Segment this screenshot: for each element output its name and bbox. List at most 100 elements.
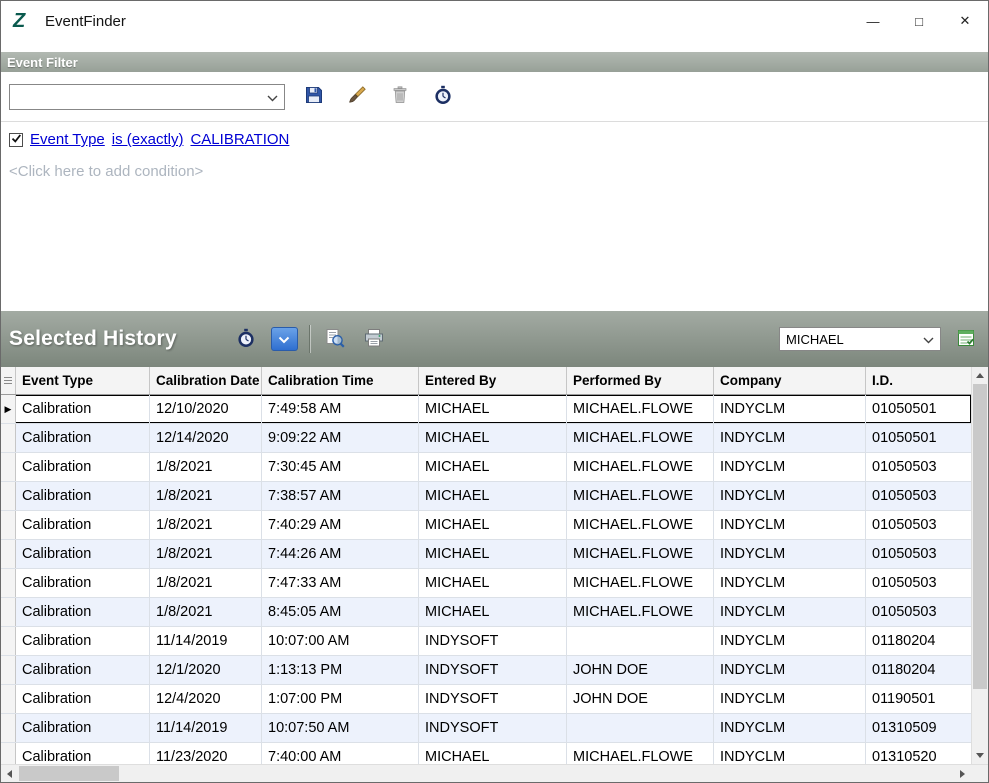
cell-calibration-time[interactable]: 7:38:57 AM	[262, 482, 419, 510]
cell-entered-by[interactable]: MICHAEL	[419, 540, 567, 568]
cell-calibration-date[interactable]: 1/8/2021	[150, 453, 262, 481]
vertical-scrollbar[interactable]	[971, 367, 988, 764]
cell-calibration-date[interactable]: 1/8/2021	[150, 482, 262, 510]
expand-history-button[interactable]	[271, 327, 298, 351]
cell-i-d[interactable]: 01310520	[866, 743, 971, 764]
cell-entered-by[interactable]: INDYSOFT	[419, 714, 567, 742]
cell-i-d[interactable]: 01180204	[866, 627, 971, 655]
cell-company[interactable]: INDYCLM	[714, 540, 866, 568]
cell-performed-by[interactable]: MICHAEL.FLOWE	[567, 395, 714, 423]
add-condition-link[interactable]: <Click here to add condition>	[9, 163, 980, 180]
table-row[interactable]: Calibration11/14/201910:07:50 AMINDYSOFT…	[1, 714, 971, 743]
cell-event-type[interactable]: Calibration	[16, 540, 150, 568]
cell-i-d[interactable]: 01050503	[866, 482, 971, 510]
cell-i-d[interactable]: 01050503	[866, 453, 971, 481]
cell-calibration-date[interactable]: 12/14/2020	[150, 424, 262, 452]
cell-performed-by[interactable]: MICHAEL.FLOWE	[567, 569, 714, 597]
saved-filter-combobox[interactable]	[9, 84, 285, 110]
cell-calibration-time[interactable]: 7:30:45 AM	[262, 453, 419, 481]
close-button[interactable]: ✕	[942, 1, 988, 41]
cell-calibration-time[interactable]: 7:40:00 AM	[262, 743, 419, 764]
horizontal-scroll-thumb[interactable]	[19, 766, 119, 781]
vertical-scroll-track[interactable]	[972, 384, 988, 747]
cell-event-type[interactable]: Calibration	[16, 395, 150, 423]
cell-company[interactable]: INDYCLM	[714, 714, 866, 742]
history-timer-button[interactable]	[232, 325, 260, 353]
cell-calibration-time[interactable]: 1:07:00 PM	[262, 685, 419, 713]
cell-calibration-time[interactable]: 10:07:50 AM	[262, 714, 419, 742]
cell-performed-by[interactable]: JOHN DOE	[567, 685, 714, 713]
cell-calibration-date[interactable]: 12/1/2020	[150, 656, 262, 684]
table-row[interactable]: Calibration12/14/20209:09:22 AMMICHAELMI…	[1, 424, 971, 453]
delete-filter-button[interactable]	[386, 83, 414, 111]
grid-corner-icon[interactable]	[1, 367, 16, 394]
cell-i-d[interactable]: 01050503	[866, 511, 971, 539]
cell-performed-by[interactable]: MICHAEL.FLOWE	[567, 424, 714, 452]
cell-entered-by[interactable]: MICHAEL	[419, 598, 567, 626]
vertical-scroll-thumb[interactable]	[973, 384, 987, 689]
cell-event-type[interactable]: Calibration	[16, 685, 150, 713]
scroll-right-button[interactable]	[954, 765, 971, 782]
cell-company[interactable]: INDYCLM	[714, 482, 866, 510]
cell-i-d[interactable]: 01050503	[866, 569, 971, 597]
technician-combobox[interactable]: MICHAEL	[779, 327, 941, 351]
cell-calibration-time[interactable]: 1:13:13 PM	[262, 656, 419, 684]
cell-entered-by[interactable]: MICHAEL	[419, 424, 567, 452]
cell-performed-by[interactable]: JOHN DOE	[567, 656, 714, 684]
cell-calibration-time[interactable]: 7:49:58 AM	[262, 395, 419, 423]
cell-calibration-time[interactable]: 8:45:05 AM	[262, 598, 419, 626]
cell-performed-by[interactable]: MICHAEL.FLOWE	[567, 453, 714, 481]
cell-event-type[interactable]: Calibration	[16, 598, 150, 626]
technician-list-button[interactable]	[952, 325, 980, 353]
cell-performed-by[interactable]: MICHAEL.FLOWE	[567, 598, 714, 626]
table-row[interactable]: Calibration11/23/20207:40:00 AMMICHAELMI…	[1, 743, 971, 764]
cell-performed-by[interactable]: MICHAEL.FLOWE	[567, 511, 714, 539]
cell-calibration-date[interactable]: 1/8/2021	[150, 598, 262, 626]
cell-performed-by[interactable]	[567, 627, 714, 655]
cell-calibration-date[interactable]: 11/14/2019	[150, 714, 262, 742]
cell-company[interactable]: INDYCLM	[714, 511, 866, 539]
column-header-i-d[interactable]: I.D.	[866, 367, 971, 394]
cell-calibration-date[interactable]: 11/23/2020	[150, 743, 262, 764]
cell-event-type[interactable]: Calibration	[16, 482, 150, 510]
cell-entered-by[interactable]: MICHAEL	[419, 569, 567, 597]
cell-event-type[interactable]: Calibration	[16, 656, 150, 684]
cell-calibration-date[interactable]: 1/8/2021	[150, 540, 262, 568]
cell-company[interactable]: INDYCLM	[714, 424, 866, 452]
cell-performed-by[interactable]: MICHAEL.FLOWE	[567, 743, 714, 764]
clear-filter-button[interactable]	[343, 83, 371, 111]
column-header-calibration-date[interactable]: Calibration Date	[150, 367, 262, 394]
table-row[interactable]: ▶Calibration12/10/20207:49:58 AMMICHAELM…	[1, 395, 971, 424]
cell-calibration-date[interactable]: 11/14/2019	[150, 627, 262, 655]
cell-company[interactable]: INDYCLM	[714, 656, 866, 684]
cell-company[interactable]: INDYCLM	[714, 453, 866, 481]
cell-company[interactable]: INDYCLM	[714, 395, 866, 423]
cell-event-type[interactable]: Calibration	[16, 453, 150, 481]
save-filter-button[interactable]	[300, 83, 328, 111]
cell-i-d[interactable]: 01180204	[866, 656, 971, 684]
cell-entered-by[interactable]: MICHAEL	[419, 482, 567, 510]
cell-calibration-date[interactable]: 1/8/2021	[150, 569, 262, 597]
cell-company[interactable]: INDYCLM	[714, 743, 866, 764]
maximize-button[interactable]: □	[896, 1, 942, 41]
cell-i-d[interactable]: 01050501	[866, 424, 971, 452]
cell-performed-by[interactable]	[567, 714, 714, 742]
cell-calibration-time[interactable]: 7:44:26 AM	[262, 540, 419, 568]
cell-event-type[interactable]: Calibration	[16, 714, 150, 742]
cell-entered-by[interactable]: INDYSOFT	[419, 656, 567, 684]
table-row[interactable]: Calibration1/8/20217:44:26 AMMICHAELMICH…	[1, 540, 971, 569]
table-row[interactable]: Calibration11/14/201910:07:00 AMINDYSOFT…	[1, 627, 971, 656]
cell-entered-by[interactable]: MICHAEL	[419, 511, 567, 539]
cell-calibration-time[interactable]: 10:07:00 AM	[262, 627, 419, 655]
print-preview-button[interactable]	[321, 325, 349, 353]
cell-event-type[interactable]: Calibration	[16, 424, 150, 452]
column-header-company[interactable]: Company	[714, 367, 866, 394]
table-row[interactable]: Calibration12/4/20201:07:00 PMINDYSOFTJO…	[1, 685, 971, 714]
condition-value-link[interactable]: CALIBRATION	[190, 131, 289, 148]
cell-i-d[interactable]: 01050503	[866, 540, 971, 568]
table-row[interactable]: Calibration12/1/20201:13:13 PMINDYSOFTJO…	[1, 656, 971, 685]
cell-entered-by[interactable]: MICHAEL	[419, 453, 567, 481]
cell-event-type[interactable]: Calibration	[16, 511, 150, 539]
cell-calibration-time[interactable]: 9:09:22 AM	[262, 424, 419, 452]
cell-i-d[interactable]: 01310509	[866, 714, 971, 742]
